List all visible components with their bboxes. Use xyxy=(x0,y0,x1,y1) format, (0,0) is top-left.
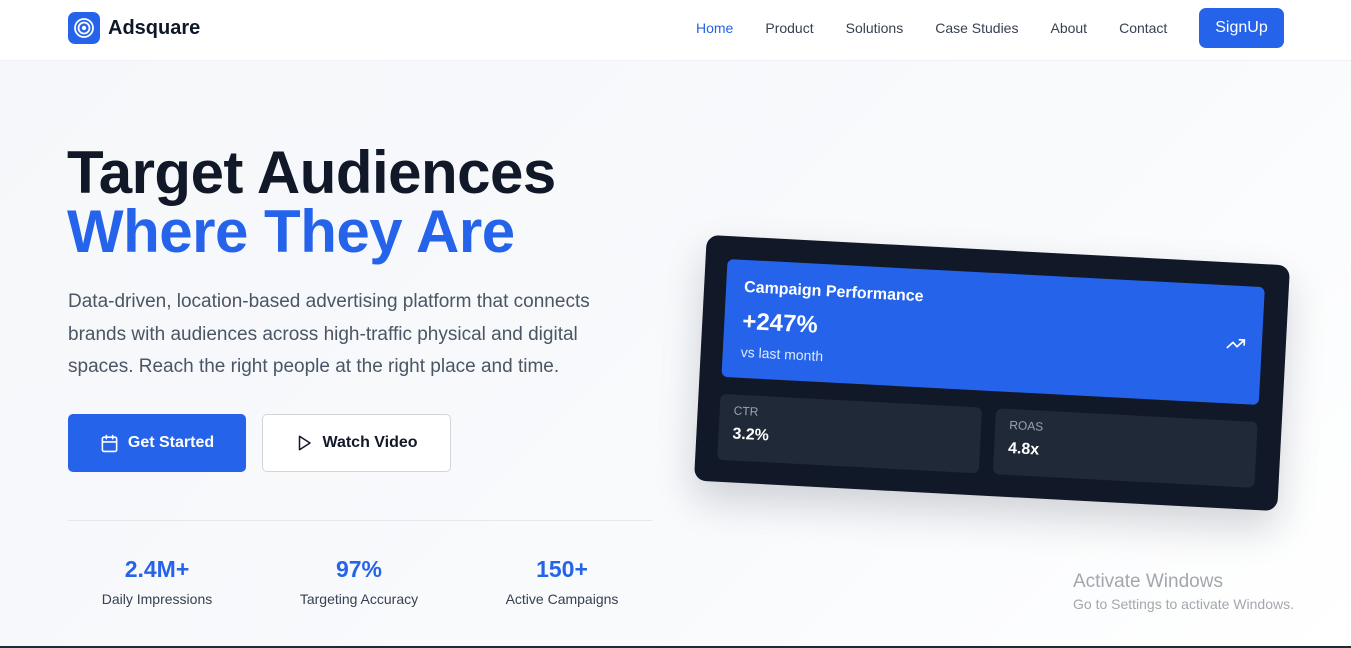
calendar-icon xyxy=(100,434,119,453)
stat-value: 150+ xyxy=(536,556,588,582)
metric-label: CTR xyxy=(733,403,759,419)
activate-windows-subtitle: Go to Settings to activate Windows. xyxy=(1073,596,1294,612)
dashboard-preview-card: Campaign Performance +247% vs last month… xyxy=(693,234,1291,512)
hero-title-highlight: Where They Are xyxy=(67,198,515,265)
signup-button[interactable]: SignUp xyxy=(1199,8,1284,48)
brand-logo[interactable]: Adsquare xyxy=(68,12,200,44)
metric-roas: ROAS 4.8x xyxy=(992,408,1258,488)
stat-active-campaigns: 150+ Active Campaigns xyxy=(472,556,652,607)
panel-value: +247% xyxy=(741,307,819,339)
stats-divider xyxy=(68,520,652,521)
stat-value: 2.4M+ xyxy=(124,556,190,582)
metric-value: 4.8x xyxy=(1007,439,1040,459)
hero-description: Data-driven, location-based advertising … xyxy=(68,291,590,377)
metric-label: ROAS xyxy=(1008,417,1044,434)
target-logo-icon xyxy=(68,12,100,44)
trending-up-icon xyxy=(1225,333,1246,359)
brand-name: Adsquare xyxy=(108,16,201,39)
get-started-button[interactable]: Get Started xyxy=(68,414,246,472)
nav-link-product[interactable]: Product xyxy=(765,20,813,36)
nav-link-contact[interactable]: Contact xyxy=(1119,20,1167,36)
nav-link-solutions[interactable]: Solutions xyxy=(846,20,904,36)
stat-label: Daily Impressions xyxy=(101,591,213,607)
nav-link-about[interactable]: About xyxy=(1050,20,1087,36)
play-icon xyxy=(295,434,313,452)
campaign-performance-panel: Campaign Performance +247% vs last month xyxy=(721,259,1265,406)
stat-value: 97% xyxy=(335,556,383,582)
metric-ctr: CTR 3.2% xyxy=(717,393,983,474)
stat-label: Active Campaigns xyxy=(505,591,619,607)
watch-video-button[interactable]: Watch Video xyxy=(262,414,451,472)
activate-windows-title: Activate Windows xyxy=(1073,571,1223,592)
metric-value: 3.2% xyxy=(732,425,770,445)
main-nav: Home Product Solutions Case Studies Abou… xyxy=(696,20,1199,36)
watch-video-label: Watch Video xyxy=(322,434,418,451)
nav-link-home[interactable]: Home xyxy=(696,20,733,36)
panel-subtitle: vs last month xyxy=(740,343,824,365)
stat-targeting-accuracy: 97% Targeting Accuracy xyxy=(269,556,449,607)
navbar: Adsquare Home Product Solutions Case Stu… xyxy=(0,0,1351,61)
get-started-label: Get Started xyxy=(127,434,215,451)
panel-title: Campaign Performance xyxy=(743,278,924,306)
stat-daily-impressions: 2.4M+ Daily Impressions xyxy=(67,556,247,607)
nav-link-case-studies[interactable]: Case Studies xyxy=(935,20,1018,36)
stat-label: Targeting Accuracy xyxy=(299,591,419,607)
